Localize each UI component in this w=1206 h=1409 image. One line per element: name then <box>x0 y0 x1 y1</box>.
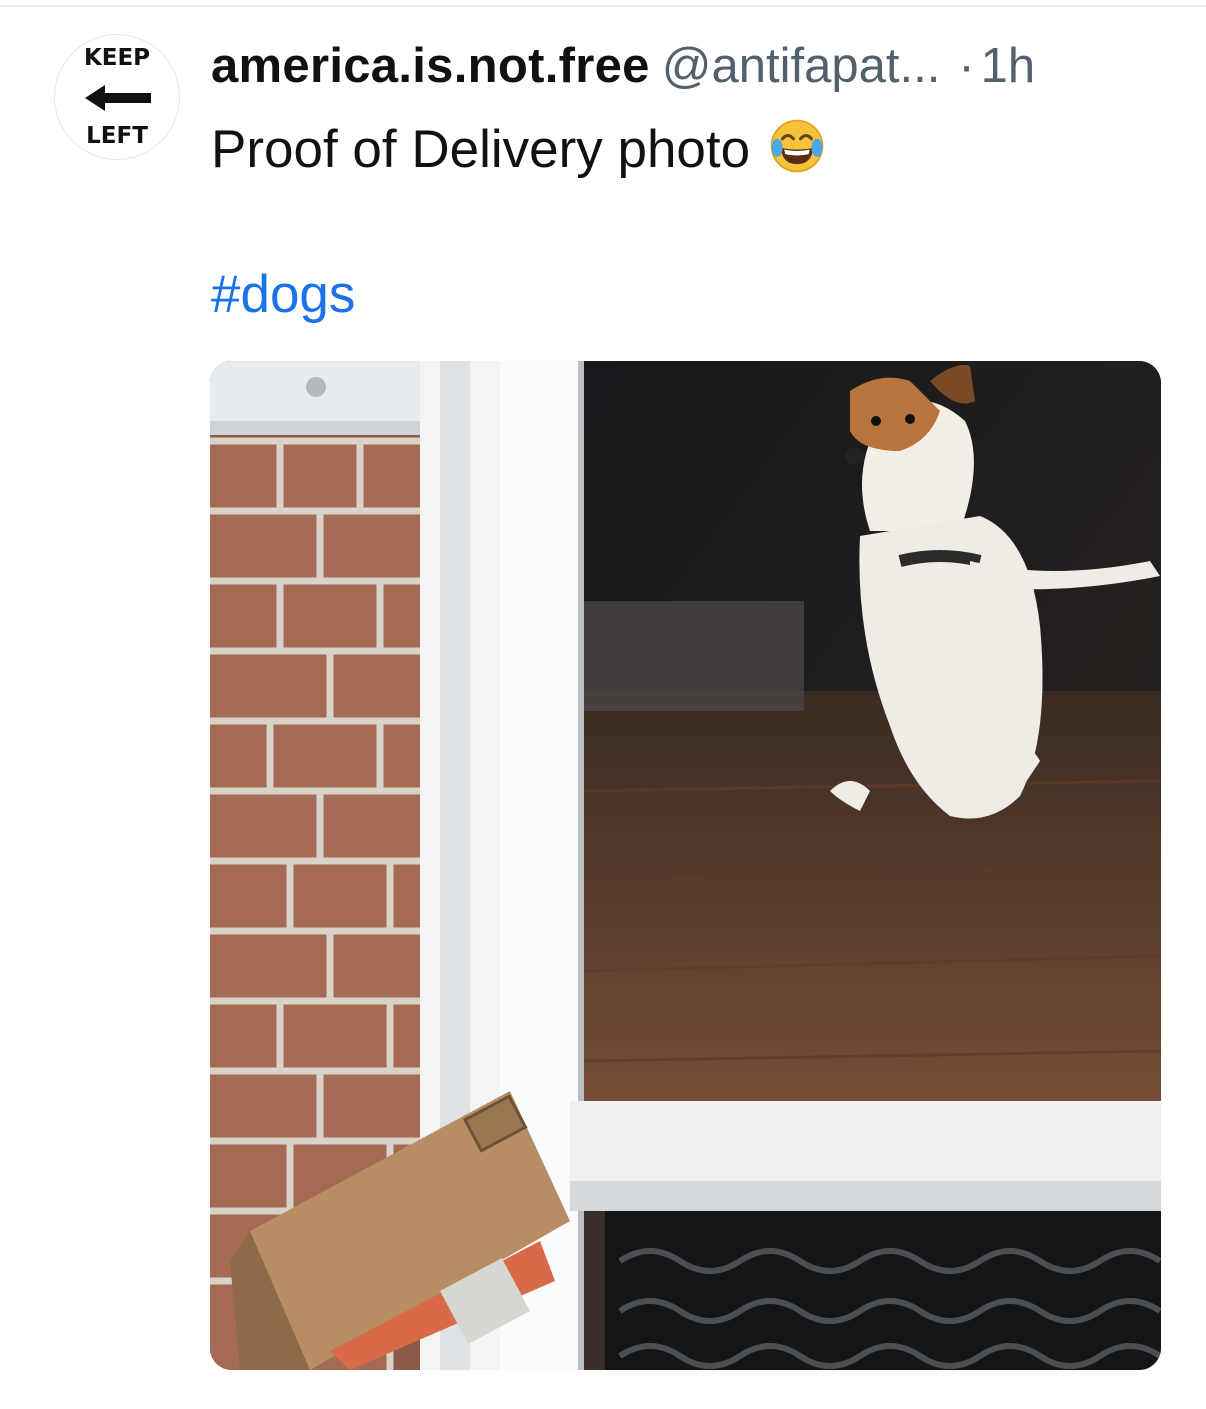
post-text-content: Proof of Delivery photo <box>211 120 751 179</box>
avatar-top-text: KEEP <box>83 45 151 71</box>
avatar-bottom-text: LEFT <box>86 123 148 149</box>
timestamp[interactable]: 1h <box>981 39 1036 93</box>
dog-jumping-at-glass-door-with-package-icon <box>210 361 1161 1370</box>
face-with-tears-of-joy-icon <box>770 119 824 173</box>
post-text: Proof of Delivery photo <box>211 117 826 181</box>
post-header: america.is.not.free @antifapat... · 1h <box>211 36 1171 96</box>
author-handle[interactable]: @antifapat... <box>662 39 941 93</box>
avatar[interactable]: KEEP LEFT <box>54 34 180 160</box>
top-divider <box>0 5 1206 7</box>
hashtag-link[interactable]: #dogs <box>211 264 355 326</box>
post-photo[interactable] <box>210 361 1161 1370</box>
separator-dot: · <box>958 39 975 93</box>
left-arrow-icon <box>85 85 151 111</box>
author-name[interactable]: america.is.not.free <box>211 39 650 93</box>
